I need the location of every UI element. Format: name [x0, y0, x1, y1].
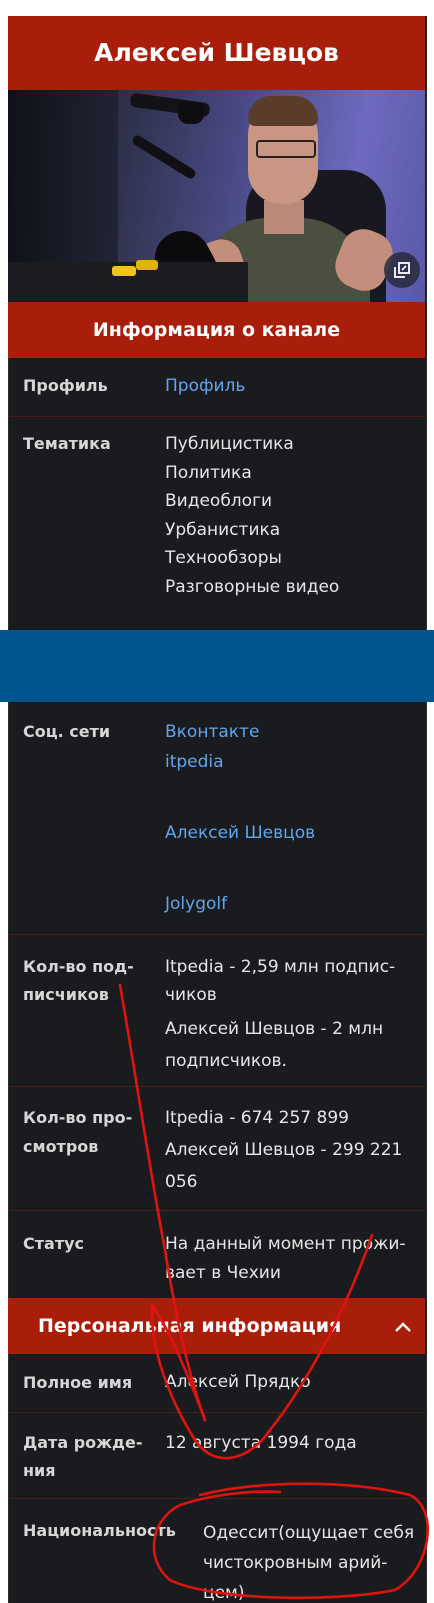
nationality-line: Одессит(ощущает себя — [203, 1523, 415, 1543]
row-subscribers-label-cont: писчиков — [23, 985, 109, 1004]
row-views-label-cont: смотров — [23, 1137, 99, 1156]
row-birth-date: Дата рожде- ния 12 августа 1994 года — [8, 1412, 425, 1498]
section-channel-info: Информация о канале — [8, 302, 425, 358]
profile-link[interactable]: Профиль — [165, 372, 245, 400]
social-link-jolygolf[interactable]: Jolygolf — [165, 890, 227, 918]
section-personal-title: Персональная информация — [38, 1315, 342, 1337]
row-subscribers: Кол-во под- писчиков Itpedia - 2,59 млн … — [8, 934, 425, 1086]
views-line: Itpedia - 674 257 899 — [165, 1108, 349, 1128]
topic-item: Политика — [165, 463, 252, 483]
row-profile: Профиль Профиль — [8, 358, 425, 416]
social-link-vk[interactable]: Вконтакте — [165, 718, 259, 746]
row-birth-label: Дата рожде- — [23, 1433, 143, 1452]
row-full-name: Полное имя Алексей Прядко — [8, 1354, 425, 1412]
row-views-label: Кол-во про- — [23, 1108, 133, 1127]
topic-item: Видеоблоги — [165, 491, 273, 511]
topic-item: Разговорные видео — [165, 577, 340, 597]
row-status-label: Статус — [23, 1234, 84, 1253]
topic-item: Урбанистика — [165, 520, 281, 540]
row-profile-label: Профиль — [23, 376, 108, 395]
row-subscribers-label: Кол-во под- — [23, 957, 134, 976]
birth-date-value: 12 августа 1994 года — [165, 1433, 357, 1453]
social-link-shevtsov[interactable]: Алексей Шевцов — [165, 819, 315, 847]
overlay-band — [0, 630, 434, 702]
row-birth-label-cont: ния — [23, 1461, 56, 1480]
subscribers-line: чиков — [165, 985, 217, 1005]
views-line: Алексей Шевцов - 299 221 — [165, 1140, 403, 1160]
full-name-value: Алексей Прядко — [165, 1372, 311, 1392]
wiki-infobox-page: Алексей Шевцов Информация о канале Профи… — [0, 0, 434, 1603]
row-nationality-label: Национальность — [23, 1521, 176, 1540]
subscribers-line: подписчиков. — [165, 1051, 287, 1071]
row-status: Статус На данный момент прожи- вает в Че… — [8, 1210, 425, 1298]
row-nationality: Национальность Одессит(ощущает себя чист… — [8, 1498, 425, 1603]
section-personal-info[interactable]: Персональная информация — [8, 1298, 425, 1354]
subscribers-line: Itpedia - 2,59 млн подпис- — [165, 957, 396, 977]
profile-photo[interactable] — [8, 90, 425, 302]
subscribers-line: Алексей Шевцов - 2 млн — [165, 1019, 384, 1039]
row-views: Кол-во про- смотров Itpedia - 674 257 89… — [8, 1086, 425, 1210]
row-social-label: Соц. сети — [23, 722, 111, 741]
row-topics: Тематика Публицистика Политика Видеоблог… — [8, 416, 425, 614]
infobox-title: Алексей Шевцов — [8, 16, 425, 90]
nationality-line: чистокровным арий- — [203, 1553, 388, 1573]
views-line: 056 — [165, 1172, 198, 1192]
status-line: На данный момент прожи- — [165, 1234, 406, 1254]
row-topics-label: Тематика — [23, 434, 111, 453]
nationality-line: цем) — [203, 1583, 245, 1603]
social-link-itpedia[interactable]: itpedia — [165, 748, 224, 776]
topic-item: Публицистика — [165, 434, 294, 454]
expand-image-icon[interactable] — [384, 252, 420, 288]
status-line: вает в Чехии — [165, 1263, 281, 1283]
chevron-up-icon[interactable] — [394, 1314, 412, 1338]
row-social: Соц. сети Вконтакте itpedia Алексей Шевц… — [8, 702, 425, 934]
topic-item: Технообзоры — [165, 548, 282, 568]
row-full-name-label: Полное имя — [23, 1373, 133, 1392]
